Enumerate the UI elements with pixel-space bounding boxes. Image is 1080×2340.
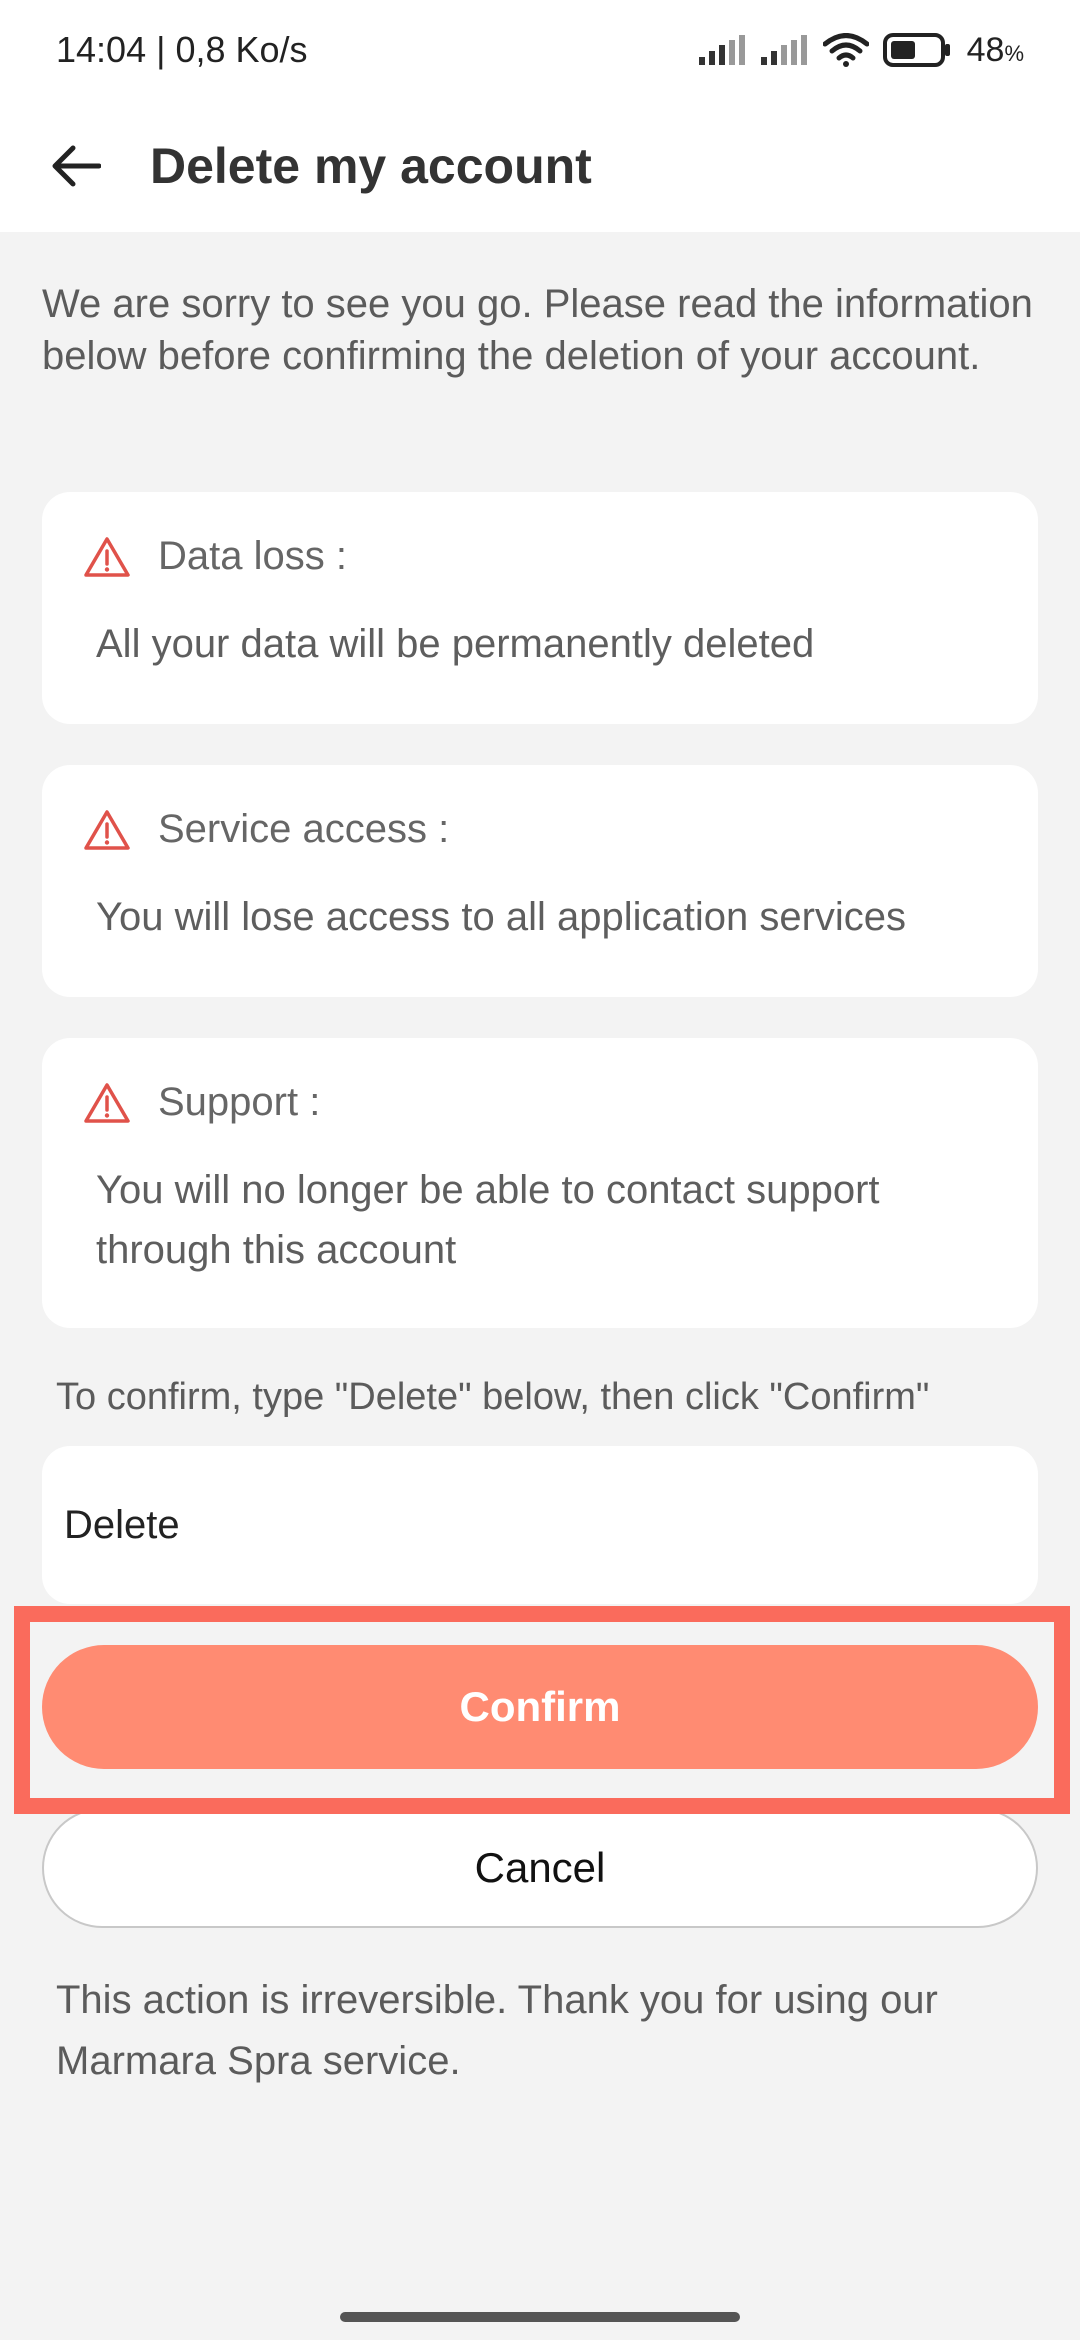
footer-note: This action is irreversible. Thank you f… (56, 1978, 938, 2083)
card-title: Data loss : (158, 534, 347, 578)
delete-confirmation-input[interactable]: Delete (42, 1446, 1038, 1604)
card-title: Service access : (158, 807, 450, 851)
app-bar: Delete my account (0, 100, 1080, 232)
battery-icon (882, 33, 953, 67)
card-body: You will no longer be able to contact su… (96, 1168, 880, 1272)
cancel-button-label: Cancel (474, 1844, 606, 1891)
status-icons: 48% (698, 30, 1024, 70)
back-button[interactable] (36, 126, 116, 206)
card-header: Data loss : (84, 534, 347, 579)
arrow-left-icon (52, 145, 101, 187)
status-time: 14:04 | 0,8 Ko/s (56, 29, 308, 70)
info-card-support: Support : You will no longer be able to … (42, 1038, 1038, 1328)
page-title: Delete my account (150, 138, 592, 194)
confirm-instruction: To confirm, type "Delete" below, then cl… (56, 1376, 930, 1418)
intro-text: We are sorry to see you go. Please read … (42, 282, 1033, 378)
home-indicator[interactable] (340, 2312, 740, 2322)
status-bar: 14:04 | 0,8 Ko/s 48% (0, 0, 1080, 100)
card-body: All your data will be permanently delete… (96, 622, 815, 666)
info-card-service-access: Service access : You will lose access to… (42, 765, 1038, 997)
info-card-data-loss: Data loss : All your data will be perman… (42, 492, 1038, 724)
warning-icon (84, 809, 130, 850)
card-header: Service access : (84, 807, 449, 852)
confirm-button[interactable]: Confirm (42, 1645, 1038, 1769)
cancel-button[interactable]: Cancel (42, 1808, 1038, 1928)
signal-icon (760, 35, 809, 65)
warning-icon (84, 536, 130, 577)
card-header: Support : (84, 1080, 320, 1125)
wifi-icon (822, 33, 869, 67)
card-title: Support : (158, 1080, 321, 1124)
signal-icon (698, 35, 747, 65)
card-body: You will lose access to all application … (96, 895, 907, 939)
warning-icon (84, 1082, 130, 1123)
battery-percentage: 48% (966, 30, 1024, 69)
